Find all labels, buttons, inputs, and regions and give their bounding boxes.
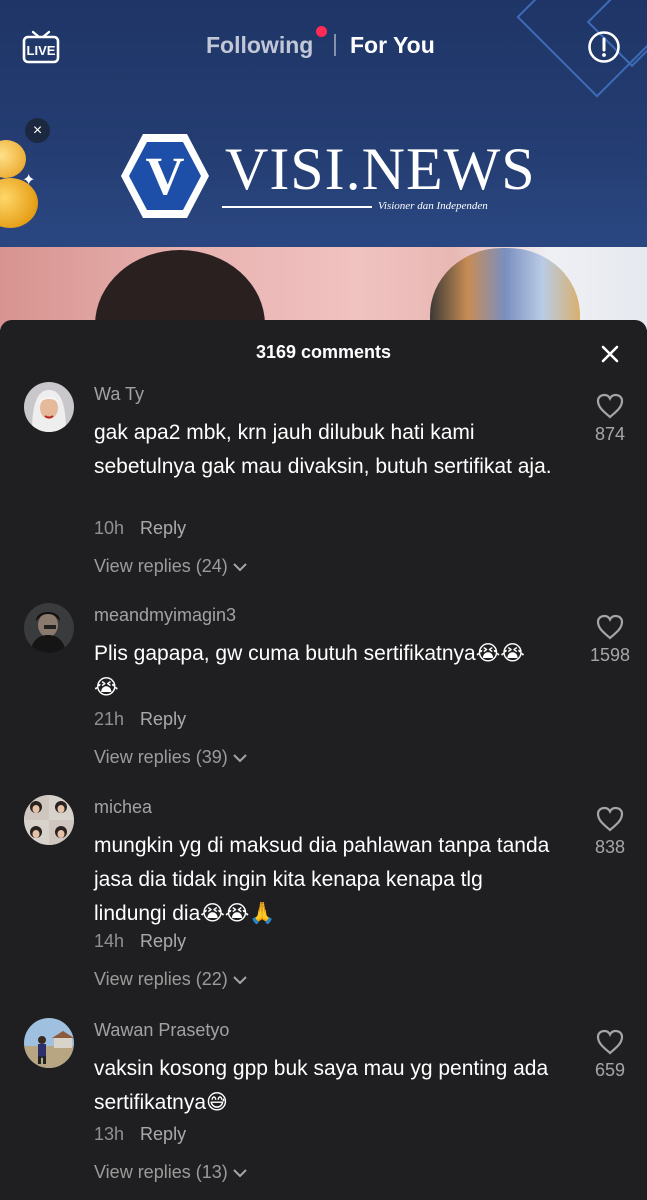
brand-tagline: Visioner dan Independen — [378, 200, 488, 212]
tab-divider — [334, 34, 336, 56]
comment-username[interactable]: michea — [94, 797, 152, 818]
comment-text: mungkin yg di maksud dia pahlawan tanpa … — [94, 834, 550, 925]
avatar[interactable] — [24, 382, 74, 432]
chevron-down-icon — [233, 754, 247, 763]
comment-text: Plis gapapa, gw cuma butuh sertifikatnya… — [94, 642, 525, 699]
like-count: 874 — [594, 424, 626, 444]
comment-time: 13h — [94, 1124, 125, 1144]
view-replies-label: View replies (13) — [94, 1162, 228, 1182]
view-replies-button[interactable]: View replies (39) — [94, 747, 248, 768]
like-button[interactable]: 659 — [580, 1028, 640, 1081]
like-count: 659 — [594, 1060, 626, 1080]
view-replies-button[interactable]: View replies (24) — [94, 556, 248, 577]
comment-text: gak apa2 mbk, krn jauh dilubuk hati kami… — [94, 421, 552, 478]
notification-dot — [316, 26, 327, 37]
reply-button[interactable]: Reply — [140, 931, 186, 951]
close-icon[interactable] — [596, 340, 624, 368]
comment-meta: 21h Reply — [94, 709, 186, 730]
comment-time: 21h — [94, 709, 125, 729]
comment-meta: 14h Reply — [94, 931, 186, 952]
comment-text: vaksin kosong gpp buk saya mau yg pentin… — [94, 1057, 549, 1114]
coin-close-icon[interactable]: × — [25, 118, 50, 143]
comment-meta: 13h Reply — [94, 1124, 186, 1145]
view-replies-label: View replies (22) — [94, 969, 228, 989]
tab-for-you[interactable]: For You — [350, 32, 435, 59]
chevron-down-icon — [233, 563, 247, 572]
feed-tabs: Following For You — [0, 26, 647, 64]
avatar[interactable] — [24, 1018, 74, 1068]
comment-username[interactable]: Wawan Prasetyo — [94, 1020, 229, 1041]
comments-count-title: 3169 comments — [255, 342, 392, 362]
brand-name: VISI.NEWS — [225, 136, 536, 202]
like-button[interactable]: 838 — [580, 805, 640, 858]
comment-username[interactable]: Wa Ty — [94, 384, 144, 405]
heart-icon — [596, 393, 624, 419]
heart-icon — [596, 614, 624, 640]
like-button[interactable]: 874 — [580, 392, 640, 445]
view-replies-button[interactable]: View replies (22) — [94, 969, 248, 990]
heart-icon — [596, 806, 624, 832]
sparkle-icon: ✦ — [22, 172, 36, 189]
comments-panel: 3169 comments Wa Ty gak apa2 mbk, krn ja… — [0, 320, 647, 1200]
view-replies-label: View replies (39) — [94, 747, 228, 767]
comment-time: 10h — [94, 518, 125, 538]
reply-button[interactable]: Reply — [140, 518, 186, 538]
like-count: 1598 — [589, 645, 631, 665]
brand-divider — [222, 206, 372, 208]
comment-username[interactable]: meandmyimagin3 — [94, 605, 236, 626]
view-replies-label: View replies (24) — [94, 556, 228, 576]
avatar[interactable] — [24, 603, 74, 653]
chevron-down-icon — [233, 1169, 247, 1178]
like-button[interactable]: 1598 — [580, 613, 640, 666]
tab-following[interactable]: Following — [206, 32, 313, 59]
info-circle-icon[interactable] — [587, 30, 621, 64]
reply-button[interactable]: Reply — [140, 1124, 186, 1144]
view-replies-button[interactable]: View replies (13) — [94, 1162, 248, 1183]
comment-meta: 10h Reply — [94, 518, 186, 539]
comment-time: 14h — [94, 931, 125, 951]
chevron-down-icon — [233, 976, 247, 985]
like-count: 838 — [594, 837, 626, 857]
reply-button[interactable]: Reply — [140, 709, 186, 729]
avatar[interactable] — [24, 795, 74, 845]
heart-icon — [596, 1029, 624, 1055]
